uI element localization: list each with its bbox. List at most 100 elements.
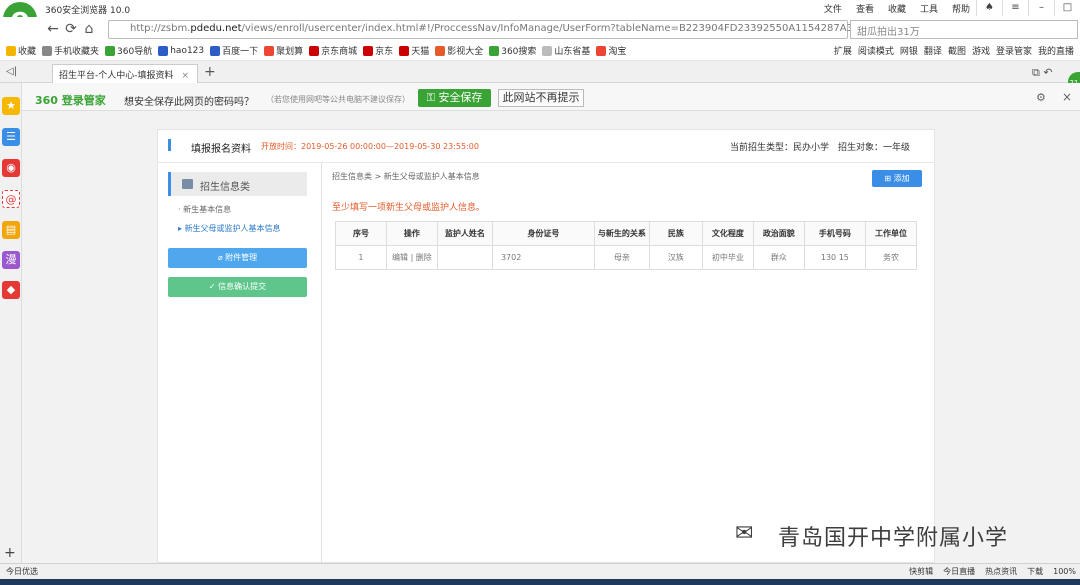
guardian-table: 序号 操作 监护人姓名 身份证号 与新生的关系 民族 文化程度 政治面貌 手机号… — [335, 221, 918, 270]
toolbar-item[interactable]: 登录管家 — [996, 44, 1032, 57]
bookmark-item[interactable]: 360搜索 — [489, 44, 536, 57]
cell-relation: 母亲 — [593, 245, 650, 270]
status-item[interactable]: 热点资讯 — [985, 566, 1017, 577]
browser-sidebar: ★ ☰ ◉ @ ▤ 漫 ◆ — [0, 83, 22, 563]
column-header: 序号 — [335, 221, 387, 246]
status-item[interactable]: 下载 — [1027, 566, 1043, 577]
search-text[interactable]: 甜瓜拍出31万 — [857, 23, 920, 38]
menu-file[interactable]: 文件 — [824, 2, 842, 15]
column-header: 与新生的关系 — [593, 221, 650, 246]
menu-view[interactable]: 查看 — [856, 2, 874, 15]
secure-save-button[interactable]: ⚿ 安全保存 — [418, 89, 491, 107]
bookmark-item[interactable]: 手机收藏夹 — [42, 44, 99, 57]
comic-icon[interactable]: 漫 — [2, 251, 20, 269]
column-header: 身份证号 — [491, 221, 595, 246]
category-icon — [182, 179, 193, 189]
bookmarks-bar: 收藏 手机收藏夹 360导航 hao123 百度一下 聚划算 京东商城 京东 天… — [0, 41, 1080, 61]
menu-tools[interactable]: 工具 — [920, 2, 938, 15]
bookmark-item[interactable]: 聚划算 — [264, 44, 303, 57]
cell-actions[interactable]: 编辑 | 删除 — [385, 245, 438, 270]
table-row: 1 编辑 | 删除 3702 母亲 汉族 初中毕业 群众 130 15 务农 — [335, 245, 918, 270]
login-manager-logo: 360 登录管家 — [35, 94, 106, 107]
bookmark-item[interactable]: 360导航 — [105, 44, 152, 57]
menu-icon[interactable]: ≡ — [1002, 0, 1028, 16]
column-header: 工作单位 — [864, 221, 918, 246]
wechat-icon: ✉ — [735, 521, 754, 546]
status-left[interactable]: 今日优选 — [6, 566, 38, 577]
mail-icon[interactable]: @ — [2, 190, 20, 208]
status-item[interactable]: 快剪辑 — [909, 566, 933, 577]
watermark-text: 青岛国开中学附属小学 — [778, 526, 1009, 551]
divider — [321, 163, 322, 563]
breadcrumb: 招生信息类 > 新生父母或监护人基本信息 — [332, 172, 480, 181]
nav-item-student-info[interactable]: · 新生基本信息 — [178, 204, 231, 215]
nav-item-guardian-info[interactable]: ▸ 新生父母或监护人基本信息 — [178, 223, 281, 234]
bookmark-item[interactable]: 百度一下 — [210, 44, 258, 57]
zoom-level[interactable]: 100% — [1053, 567, 1076, 576]
check-circle-icon: ✓ — [208, 282, 219, 291]
back-icon[interactable]: ← — [44, 21, 62, 37]
menu-favorites[interactable]: 收藏 — [888, 2, 906, 15]
no-prompt-button[interactable]: 此网站不再提示 — [498, 89, 584, 107]
cell-education: 初中毕业 — [701, 245, 754, 270]
attachment-button[interactable]: ⌀ 附件管理 — [168, 248, 307, 268]
column-header: 文化程度 — [701, 221, 754, 246]
status-item[interactable]: 今日直播 — [943, 566, 975, 577]
app-title: 360安全浏览器 10.0 — [45, 6, 131, 16]
confirm-submit-button[interactable]: ✓ 信息确认提交 — [168, 277, 307, 297]
new-tab-button[interactable]: + — [204, 64, 216, 80]
enroll-info: 当前招生类型：民办小学 招生对象：一年级 — [730, 140, 910, 153]
bookmark-item[interactable]: 山东省基 — [542, 44, 590, 57]
toolbar-item[interactable]: 截图 — [948, 44, 966, 57]
open-time: 开放时间：2019-05-26 00:00:00—2019-05-30 23:5… — [261, 142, 479, 151]
add-button[interactable]: ⊞ 添加 — [872, 170, 922, 187]
bookmark-item[interactable]: 京东商城 — [309, 44, 357, 57]
settings-gear-icon[interactable]: ⚙ — [1036, 91, 1046, 104]
top-menu: 文件 查看 收藏 工具 帮助 — [824, 0, 970, 16]
toolbar-item[interactable]: 我的直播 — [1038, 44, 1074, 57]
key-icon: ⚿ — [426, 91, 439, 104]
sidebar-toggle-icon[interactable]: ◁| — [6, 66, 17, 77]
column-header: 民族 — [648, 221, 703, 246]
close-bar-icon[interactable]: × — [1062, 90, 1072, 104]
home-icon[interactable]: ⌂ — [80, 21, 98, 37]
notes-icon[interactable]: ▤ — [2, 221, 20, 239]
nav-category-label: 招生信息类 — [200, 182, 250, 193]
cell-political: 群众 — [752, 245, 805, 270]
news-icon[interactable]: ☰ — [2, 128, 20, 146]
add-sidebar-icon[interactable]: + — [4, 545, 16, 561]
bookmark-item[interactable]: hao123 — [158, 45, 204, 56]
toolbar-item[interactable]: 网银 — [900, 44, 918, 57]
minimize-icon[interactable]: – — [1028, 0, 1054, 16]
password-note: （若您使用网吧等公共电脑不建议保存） — [266, 95, 410, 104]
close-tab-icon[interactable]: × — [182, 71, 190, 81]
bookmark-item[interactable]: 天猫 — [399, 44, 429, 57]
bookmark-item[interactable]: 淘宝 — [596, 44, 626, 57]
bookmark-item[interactable]: 收藏 — [6, 44, 36, 57]
cell-ethnicity: 汉族 — [648, 245, 703, 270]
os-taskbar — [0, 579, 1080, 585]
bookmark-item[interactable]: 京东 — [363, 44, 393, 57]
skin-icon[interactable]: ♠ — [976, 0, 1002, 16]
bookmark-item[interactable]: 影视大全 — [435, 44, 483, 57]
toolbar-item[interactable]: 翻译 — [924, 44, 942, 57]
url-text[interactable]: http://zsbm.pdedu.net/views/enroll/userc… — [130, 23, 872, 34]
maximize-icon[interactable]: □ — [1054, 0, 1080, 16]
password-question: 想安全保存此网页的密码吗？ — [124, 97, 254, 108]
weibo-icon[interactable]: ◉ — [2, 159, 20, 177]
toolbar-item[interactable]: 阅读模式 — [858, 44, 894, 57]
cell-name — [436, 245, 493, 270]
favorites-icon[interactable]: ★ — [2, 97, 20, 115]
toolbar-item[interactable]: 扩展 — [834, 44, 852, 57]
column-header: 政治面貌 — [752, 221, 805, 246]
column-header: 监护人姓名 — [436, 221, 493, 246]
status-right: 快剪辑 今日直播 热点资讯 下载 100% — [909, 566, 1076, 577]
game-icon[interactable]: ◆ — [2, 281, 20, 299]
restore-tab-icon[interactable]: ⧉ ↶ — [1032, 66, 1053, 80]
toolbar-item[interactable]: 游戏 — [972, 44, 990, 57]
tab-active[interactable]: 招生平台-个人中心-填报资料 × — [52, 64, 198, 83]
refresh-icon[interactable]: ⟳ — [62, 21, 80, 37]
menu-help[interactable]: 帮助 — [952, 2, 970, 15]
add-icon: ⊞ — [884, 174, 894, 183]
warning-text: 至少填写一项新生父母或监护人信息。 — [332, 203, 486, 213]
